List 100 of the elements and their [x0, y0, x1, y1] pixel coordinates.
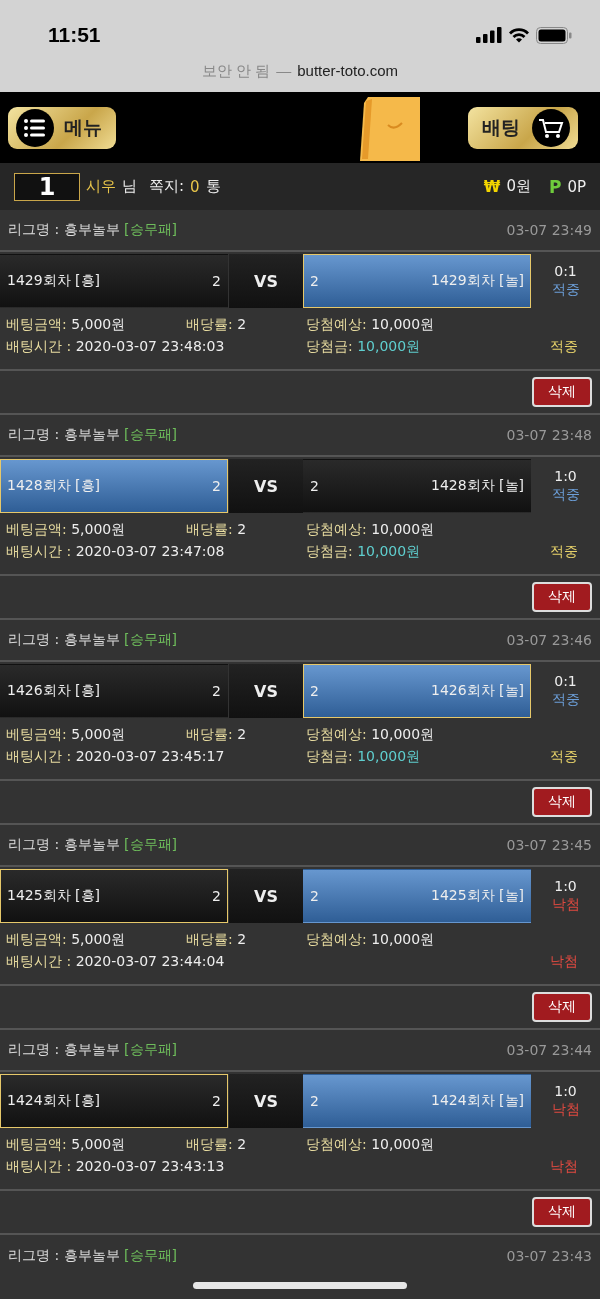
delete-button[interactable]: 삭제: [532, 582, 592, 612]
odds-value: 2: [212, 478, 221, 494]
expected-value: 10,000원: [371, 931, 435, 947]
odds-value: 2: [212, 273, 221, 289]
time-label: 배팅시간 :: [6, 543, 72, 559]
honorific: 님: [122, 177, 137, 196]
team-name: 1429회차 [놀]: [431, 272, 524, 290]
status-label: 낙첨: [549, 1158, 579, 1176]
league-name: 리그명 : 흥부놀부: [8, 1041, 120, 1057]
payout-value: 10,000원: [357, 543, 421, 559]
expected-label: 당첨예상:: [306, 726, 367, 742]
team-option[interactable]: 2 1425회차 [놀]: [303, 869, 531, 923]
signal-icon: [476, 27, 502, 43]
game-type: [승무패]: [124, 1041, 177, 1057]
result-label: 적중: [551, 486, 580, 504]
bet-date: 03-07 23:46: [506, 632, 592, 648]
odds-value: 2: [237, 1136, 247, 1152]
odds-value: 2: [212, 1093, 221, 1109]
points-symbol: P: [548, 176, 562, 197]
time-label: 배팅시간 :: [6, 748, 72, 764]
league-name: 리그명 : 흥부놀부: [8, 426, 120, 442]
odds-value: 2: [212, 683, 221, 699]
team-option[interactable]: 1428회차 [흥] 2: [0, 459, 228, 513]
score: 0:1: [554, 673, 577, 689]
time-value: 2020-03-07 23:44:04: [75, 953, 225, 969]
team-name: 1425회차 [놀]: [431, 887, 524, 905]
team-option[interactable]: 1425회차 [흥] 2: [0, 869, 228, 923]
payout-label: 당첨금:: [306, 748, 353, 764]
time-value: 2020-03-07 23:47:08: [75, 543, 225, 559]
time-value: 2020-03-07 23:45:17: [75, 748, 225, 764]
won-symbol: ₩: [483, 177, 501, 196]
amount-label: 베팅금액:: [6, 316, 67, 332]
odds-value: 2: [310, 478, 319, 494]
league-name: 리그명 : 흥부놀부: [8, 836, 120, 852]
messages-count: 0: [190, 177, 200, 196]
time-value: 2020-03-07 23:43:13: [75, 1158, 225, 1174]
menu-button[interactable]: 메뉴: [8, 106, 116, 149]
expected-value: 10,000원: [371, 1136, 435, 1152]
league-name: 리그명 : 흥부놀부: [8, 221, 120, 237]
expected-value: 10,000원: [371, 316, 435, 332]
odds-label: 배당률:: [186, 521, 233, 537]
team-option[interactable]: 2 1426회차 [놀]: [303, 664, 531, 718]
amount-label: 베팅금액:: [6, 726, 67, 742]
home-indicator[interactable]: [193, 1282, 407, 1289]
odds-value: 2: [310, 273, 319, 289]
game-type: [승무패]: [124, 631, 177, 647]
vs-label: VS: [228, 459, 303, 513]
odds-value: 2: [310, 683, 319, 699]
separator: —: [276, 62, 292, 79]
delete-button[interactable]: 삭제: [532, 992, 592, 1022]
payout-value: 10,000원: [357, 748, 421, 764]
team-option[interactable]: 2 1428회차 [놀]: [303, 459, 531, 513]
result-label: 낙첨: [551, 1101, 580, 1119]
team-option[interactable]: 2 1424회차 [놀]: [303, 1074, 531, 1128]
game-type: [승무패]: [124, 1247, 177, 1263]
delete-button[interactable]: 삭제: [532, 377, 592, 407]
team-name: 1426회차 [흥]: [7, 682, 100, 700]
vs-label: VS: [228, 254, 303, 308]
points-balance: 0P: [567, 177, 586, 196]
team-option[interactable]: 1426회차 [흥] 2: [0, 664, 228, 718]
amount-value: 5,000원: [71, 316, 126, 332]
menu-icon: [16, 108, 54, 147]
team-name: 1424회차 [흥]: [7, 1092, 100, 1110]
betting-button[interactable]: 배팅: [468, 106, 578, 149]
battery-icon: [536, 26, 572, 44]
amount-value: 5,000원: [71, 726, 126, 742]
league-name: 리그명 : 흥부놀부: [8, 631, 120, 647]
clock: 11:51: [48, 23, 101, 47]
team-option[interactable]: 1424회차 [흥] 2: [0, 1074, 228, 1128]
status-label: 낙첨: [549, 953, 579, 971]
amount-label: 베팅금액:: [6, 521, 67, 537]
expected-label: 당첨예상:: [306, 316, 367, 332]
time-label: 배팅시간 :: [6, 953, 72, 969]
bet-date: 03-07 23:43: [506, 1248, 592, 1264]
team-option[interactable]: 2 1429회차 [놀]: [303, 254, 531, 308]
logo-icon: [358, 95, 422, 161]
bet-date: 03-07 23:48: [506, 427, 592, 443]
score: 0:1: [554, 263, 577, 279]
money-balance: 0원: [506, 177, 531, 196]
game-type: [승무패]: [124, 426, 177, 442]
vs-label: VS: [228, 664, 303, 718]
status-label: 적중: [549, 748, 579, 766]
delete-button[interactable]: 삭제: [532, 787, 592, 817]
status-label: 적중: [549, 338, 579, 356]
odds-value: 2: [237, 931, 247, 947]
expected-label: 당첨예상:: [306, 931, 367, 947]
team-option[interactable]: 1429회차 [흥] 2: [0, 254, 228, 308]
odds-label: 배당률:: [186, 726, 233, 742]
address-text[interactable]: butter-toto.com: [297, 62, 399, 79]
odds-label: 배당률:: [186, 1136, 233, 1152]
team-name: 1426회차 [놀]: [431, 682, 524, 700]
score: 1:0: [554, 468, 577, 484]
level-badge: 1: [14, 172, 80, 201]
wifi-icon: [508, 27, 530, 43]
delete-button[interactable]: 삭제: [532, 1197, 592, 1227]
odds-label: 배당률:: [186, 316, 233, 332]
messages-label: 쪽지:: [149, 177, 185, 196]
expected-label: 당첨예상:: [306, 1136, 367, 1152]
user-name: 시우: [86, 177, 116, 196]
vs-label: VS: [228, 869, 303, 923]
